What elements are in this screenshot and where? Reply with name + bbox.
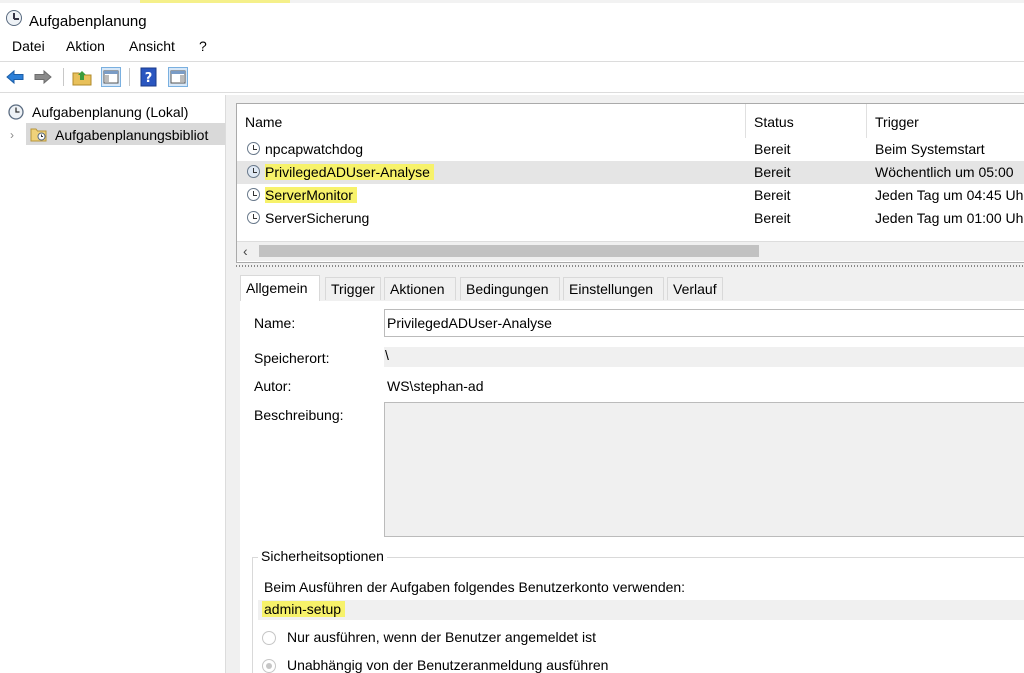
description-field[interactable]: [384, 402, 1024, 537]
navigation-tree: [0, 95, 226, 673]
tab-allgemein[interactable]: Allgemein: [240, 275, 320, 301]
security-options-title: Sicherheitsoptionen: [258, 548, 387, 564]
menu-bar: Datei Aktion Ansicht ?: [0, 35, 1024, 59]
task-trigger: Jeden Tag um 04:45 Uh: [875, 187, 1024, 203]
help-icon[interactable]: ?: [139, 67, 159, 87]
task-clock-icon: [247, 211, 260, 224]
task-status: Bereit: [754, 210, 791, 226]
table-row[interactable]: ServerSicherung Bereit Jeden Tag um 01:0…: [237, 207, 1024, 230]
name-field[interactable]: PrivilegedADUser-Analyse: [384, 309, 1024, 337]
tab-trigger[interactable]: Trigger: [325, 277, 381, 300]
table-row[interactable]: npcapwatchdog Bereit Beim Systemstart: [237, 138, 1024, 161]
author-value: WS\stephan-ad: [387, 378, 484, 394]
tab-aktionen[interactable]: Aktionen: [384, 277, 456, 300]
user-account-value: admin-setup: [262, 601, 346, 617]
task-trigger: Beim Systemstart: [875, 141, 985, 157]
tree-root[interactable]: Aufgabenplanung (Lokal): [32, 104, 188, 120]
task-clock-icon: [247, 188, 260, 201]
menu-aktion[interactable]: Aktion: [66, 38, 105, 54]
menu-datei[interactable]: Datei: [12, 38, 45, 54]
radio-run-whether-logged-on[interactable]: [262, 659, 276, 673]
task-clock-icon: [247, 165, 260, 178]
folder-clock-icon: [30, 126, 47, 142]
folder-up-icon[interactable]: [72, 67, 92, 87]
task-name: npcapwatchdog: [265, 141, 364, 157]
task-list: Name Status Trigger npcapwatchdog Bereit…: [236, 103, 1024, 263]
tree-library[interactable]: Aufgabenplanungsbibliot: [55, 127, 225, 143]
toolbar: ?: [0, 61, 1024, 93]
location-value: \: [385, 347, 389, 363]
svg-text:?: ?: [145, 71, 153, 86]
column-header-name[interactable]: Name: [237, 104, 746, 138]
forward-arrow-icon[interactable]: [33, 67, 53, 87]
tab-bedingungen[interactable]: Bedingungen: [460, 277, 560, 300]
task-name: ServerMonitor: [265, 187, 357, 203]
tab-bar: Allgemein Trigger Aktionen Bedingungen E…: [240, 275, 1024, 302]
location-field: [384, 347, 1024, 367]
window-title: Aufgabenplanung: [29, 13, 147, 30]
task-scheduler-clock-icon: [6, 10, 22, 26]
author-label: Autor:: [254, 378, 292, 394]
name-label: Name:: [254, 315, 296, 331]
task-status: Bereit: [754, 141, 791, 157]
name-field-value: PrivilegedADUser-Analyse: [387, 315, 552, 331]
scrollbar-thumb[interactable]: [259, 245, 759, 257]
task-clock-icon: [247, 142, 260, 155]
column-header-trigger[interactable]: Trigger: [867, 104, 1024, 138]
task-status: Bereit: [754, 164, 791, 180]
toolbar-separator-2: [129, 68, 130, 86]
toolbar-separator: [63, 68, 64, 86]
tab-einstellungen[interactable]: Einstellungen: [563, 277, 664, 300]
task-name: PrivilegedADUser-Analyse: [265, 164, 434, 180]
table-row[interactable]: ServerMonitor Bereit Jeden Tag um 04:45 …: [237, 184, 1024, 207]
task-trigger: Jeden Tag um 01:00 Uh: [875, 210, 1024, 226]
pane-divider[interactable]: [236, 263, 1024, 269]
title-bar: Aufgabenplanung: [0, 3, 1024, 35]
user-account-field: [258, 600, 1024, 620]
task-status: Bereit: [754, 187, 791, 203]
tab-verlauf[interactable]: Verlauf: [667, 277, 723, 300]
table-row-selected[interactable]: PrivilegedADUser-Analyse Bereit Wöchentl…: [237, 161, 1024, 184]
scroll-left-arrow-icon[interactable]: ‹: [243, 243, 248, 259]
menu-ansicht[interactable]: Ansicht: [129, 38, 175, 54]
task-trigger: Wöchentlich um 05:00: [875, 164, 1014, 180]
back-arrow-icon[interactable]: [5, 67, 25, 87]
action-pane-icon[interactable]: [168, 67, 188, 87]
task-name: ServerSicherung: [265, 210, 370, 226]
account-instruction: Beim Ausführen der Aufgaben folgendes Be…: [264, 579, 686, 595]
column-header-status[interactable]: Status: [746, 104, 867, 138]
menu-help[interactable]: ?: [199, 38, 207, 54]
location-label: Speicherort:: [254, 350, 330, 366]
radio-run-when-logged-on[interactable]: [262, 631, 276, 645]
radio-label-run-whether-logged-on: Unabhängig von der Benutzeranmeldung aus…: [287, 657, 609, 673]
horizontal-scrollbar[interactable]: ‹: [237, 241, 1024, 261]
show-hide-tree-icon[interactable]: [101, 67, 121, 87]
clock-icon: [8, 104, 24, 120]
chevron-right-icon[interactable]: ›: [10, 128, 14, 142]
description-label: Beschreibung:: [254, 407, 344, 423]
radio-label-run-when-logged-on: Nur ausführen, wenn der Benutzer angemel…: [287, 629, 596, 645]
